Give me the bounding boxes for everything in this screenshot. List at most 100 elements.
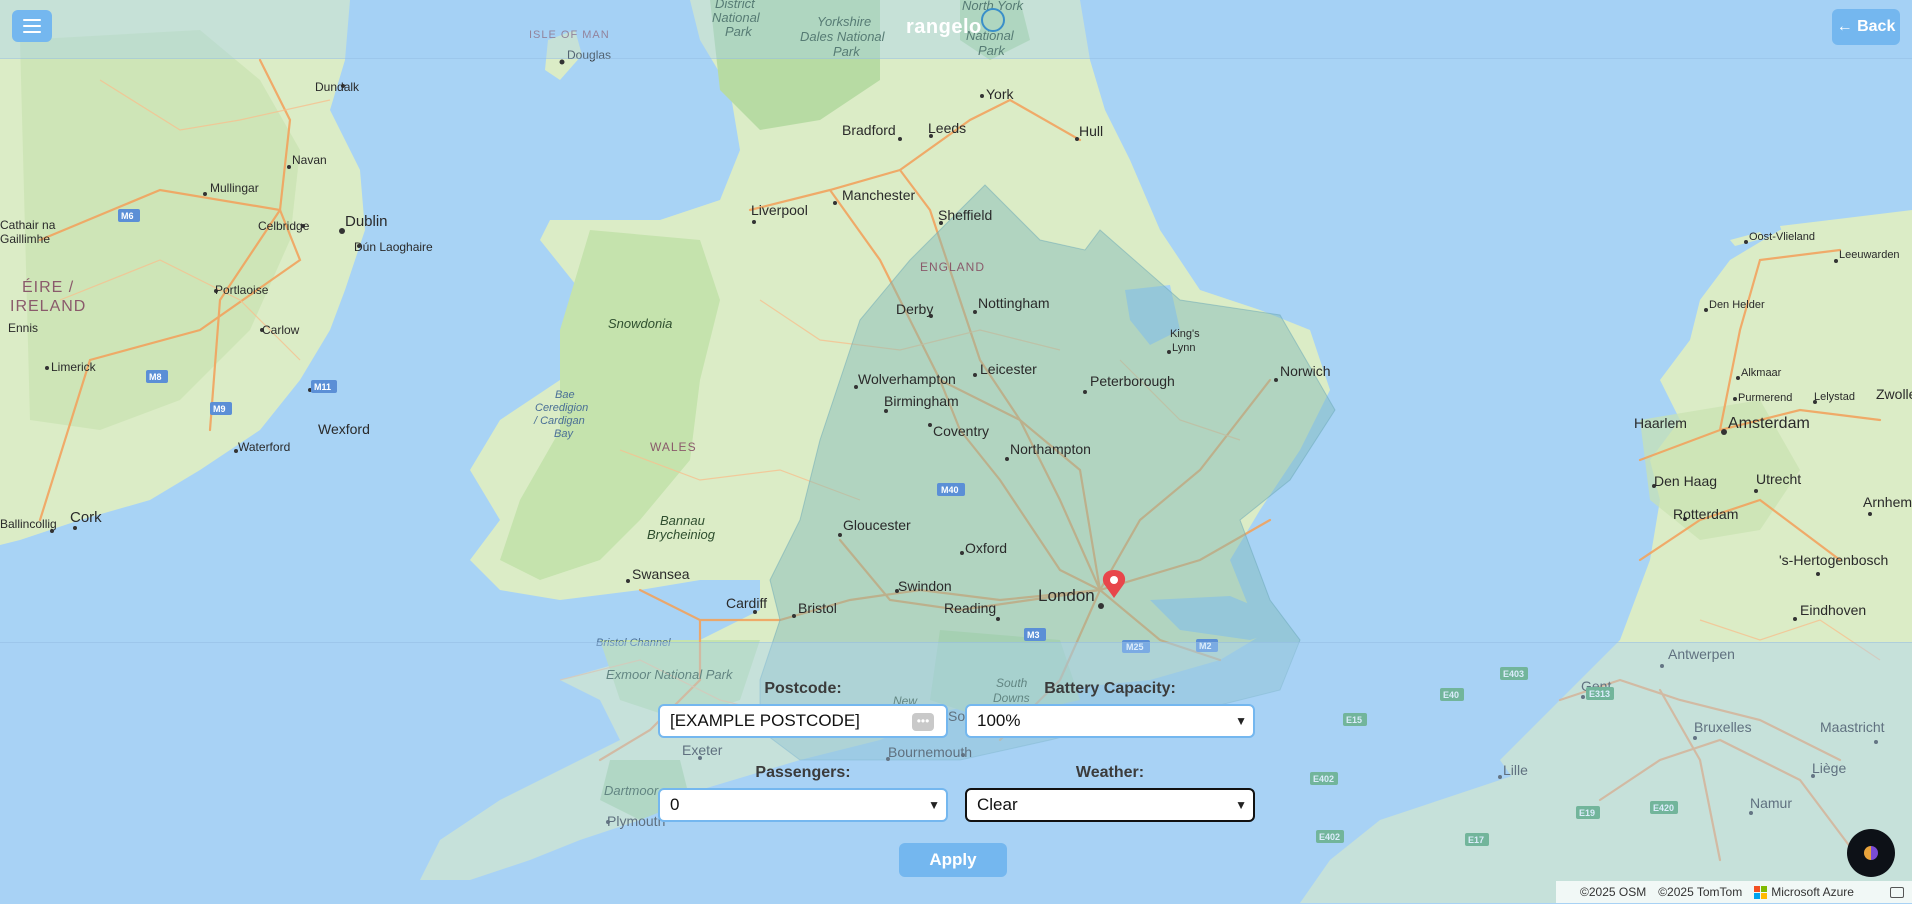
hamburger-icon	[23, 19, 41, 21]
label-dundalk: Dundalk	[315, 80, 360, 94]
label-waterford: Waterford	[238, 440, 290, 454]
passengers-label: Passengers:	[755, 764, 851, 781]
microsoft-logo-icon	[1754, 885, 1768, 899]
label-arnhem: Arnhem	[1863, 494, 1912, 510]
label-dublin: Dublin	[345, 213, 388, 230]
apply-button[interactable]: Apply	[899, 843, 1007, 877]
label-lelystad: Lelystad	[1814, 391, 1855, 403]
label-ennis: Ennis	[8, 321, 38, 335]
label-carlow: Carlow	[262, 323, 300, 337]
postcode-label: Postcode:	[764, 680, 842, 697]
weather-value: Clear	[977, 795, 1018, 814]
label-sheffield: Sheffield	[938, 207, 992, 223]
label-wexford: Wexford	[318, 421, 370, 437]
postcode-value: [EXAMPLE POSTCODE]	[670, 711, 860, 730]
label-bae-1: Bae	[555, 389, 575, 401]
label-haarlem: Haarlem	[1634, 415, 1687, 431]
shield-m6: M6	[121, 211, 134, 221]
label-leicester: Leicester	[980, 361, 1037, 377]
label-zwolle: Zwolle	[1876, 386, 1912, 402]
label-london: London	[1038, 586, 1095, 605]
label-portlaoise: Portlaoise	[215, 283, 269, 297]
weather-select[interactable]: Clear ▼	[965, 788, 1255, 822]
label-eindhoven: Eindhoven	[1800, 602, 1866, 618]
label-cathair: Cathair na	[0, 218, 56, 232]
tomtom-attribution[interactable]: ©2025 TomTom	[1658, 885, 1742, 899]
label-bradford: Bradford	[842, 122, 896, 138]
label-celbridge: Celbridge	[258, 219, 310, 233]
battery-value: 100%	[977, 711, 1021, 730]
menu-button[interactable]	[12, 10, 52, 42]
label-bae-3: / Cardigan	[533, 415, 585, 427]
label-oost-vlieland: Oost-Vlieland	[1749, 231, 1815, 243]
label-coventry: Coventry	[933, 423, 989, 439]
chevron-down-icon: ▼	[1235, 714, 1247, 728]
label-leeuwarden: Leeuwarden	[1839, 249, 1900, 261]
label-nottingham: Nottingham	[978, 295, 1050, 311]
shield-m8: M8	[149, 372, 162, 382]
passengers-value: 0	[670, 795, 680, 814]
azure-attribution[interactable]: Microsoft Azure	[1754, 885, 1854, 899]
weather-label: Weather:	[1075, 764, 1145, 781]
label-dun-laoghaire: Dún Laoghaire	[354, 240, 433, 254]
label-norwich: Norwich	[1280, 363, 1331, 379]
label-snowdonia: Snowdonia	[608, 316, 672, 331]
label-wales: WALES	[650, 440, 697, 454]
label-bae-4: Bay	[554, 428, 574, 440]
chevron-down-icon: ▼	[1235, 798, 1247, 812]
label-alkmaar: Alkmaar	[1741, 367, 1782, 379]
label-oxford: Oxford	[965, 540, 1007, 556]
label-cardiff: Cardiff	[726, 595, 767, 611]
label-bannau-2: Brycheiniog	[647, 527, 716, 542]
label-swansea: Swansea	[632, 566, 690, 582]
label-england: ENGLAND	[920, 260, 985, 274]
label-kings-lynn-2: Lynn	[1172, 342, 1195, 354]
label-bristol: Bristol	[798, 600, 837, 616]
postcode-input[interactable]: [EXAMPLE POSTCODE] •••	[658, 704, 948, 738]
label-bae-2: Ceredigion	[535, 402, 588, 414]
label-derby: Derby	[896, 301, 933, 317]
label-gloucester: Gloucester	[843, 517, 911, 533]
label-northampton: Northampton	[1010, 441, 1091, 457]
shield-m3: M3	[1027, 630, 1040, 640]
battery-label: Battery Capacity:	[1044, 680, 1176, 697]
label-eire: ÉIRE /	[22, 277, 74, 296]
label-hull: Hull	[1079, 123, 1103, 139]
label-swindon: Swindon	[898, 578, 952, 594]
label-utrecht: Utrecht	[1756, 471, 1801, 487]
label-manchester: Manchester	[842, 187, 915, 203]
shield-m40: M40	[941, 485, 959, 495]
label-peterborough: Peterborough	[1090, 373, 1175, 389]
osm-attribution[interactable]: ©2025 OSM	[1580, 885, 1646, 899]
label-leeds: Leeds	[928, 120, 966, 136]
label-navan: Navan	[292, 153, 327, 167]
back-button[interactable]: ← Back	[1832, 9, 1900, 45]
label-wolverhampton: Wolverhampton	[858, 371, 956, 387]
app-logo: rangelo	[906, 16, 982, 38]
shield-m11: M11	[314, 382, 331, 392]
shield-m9: M9	[213, 404, 226, 414]
label-s-hertogenbosch: 's-Hertogenbosch	[1779, 552, 1888, 568]
logo-globe-icon	[981, 8, 1005, 32]
label-ballincollig: Ballincollig	[0, 517, 57, 531]
label-den-helder: Den Helder	[1709, 299, 1765, 311]
chevron-down-icon: ▼	[928, 798, 940, 812]
autofill-icon[interactable]: •••	[912, 713, 934, 731]
label-reading: Reading	[944, 600, 996, 616]
map-attribution: ©2025 OSM ©2025 TomTom Microsoft Azure	[1556, 881, 1912, 903]
feedback-icon[interactable]	[1890, 886, 1904, 898]
label-den-haag: Den Haag	[1654, 473, 1717, 489]
label-liverpool: Liverpool	[751, 202, 808, 218]
theme-toggle-button[interactable]	[1847, 829, 1895, 877]
label-limerick: Limerick	[51, 360, 97, 374]
label-york: York	[986, 86, 1015, 102]
passengers-select[interactable]: 0 ▼	[658, 788, 948, 822]
battery-select[interactable]: 100% ▼	[965, 704, 1255, 738]
label-cork: Cork	[70, 509, 102, 526]
label-amsterdam: Amsterdam	[1728, 415, 1810, 432]
label-gaillimhe: Gaillimhe	[0, 232, 50, 246]
label-purmerend: Purmerend	[1738, 392, 1792, 404]
label-ireland: IRELAND	[10, 298, 86, 315]
theme-icon	[1864, 846, 1878, 860]
label-birmingham: Birmingham	[884, 393, 959, 409]
